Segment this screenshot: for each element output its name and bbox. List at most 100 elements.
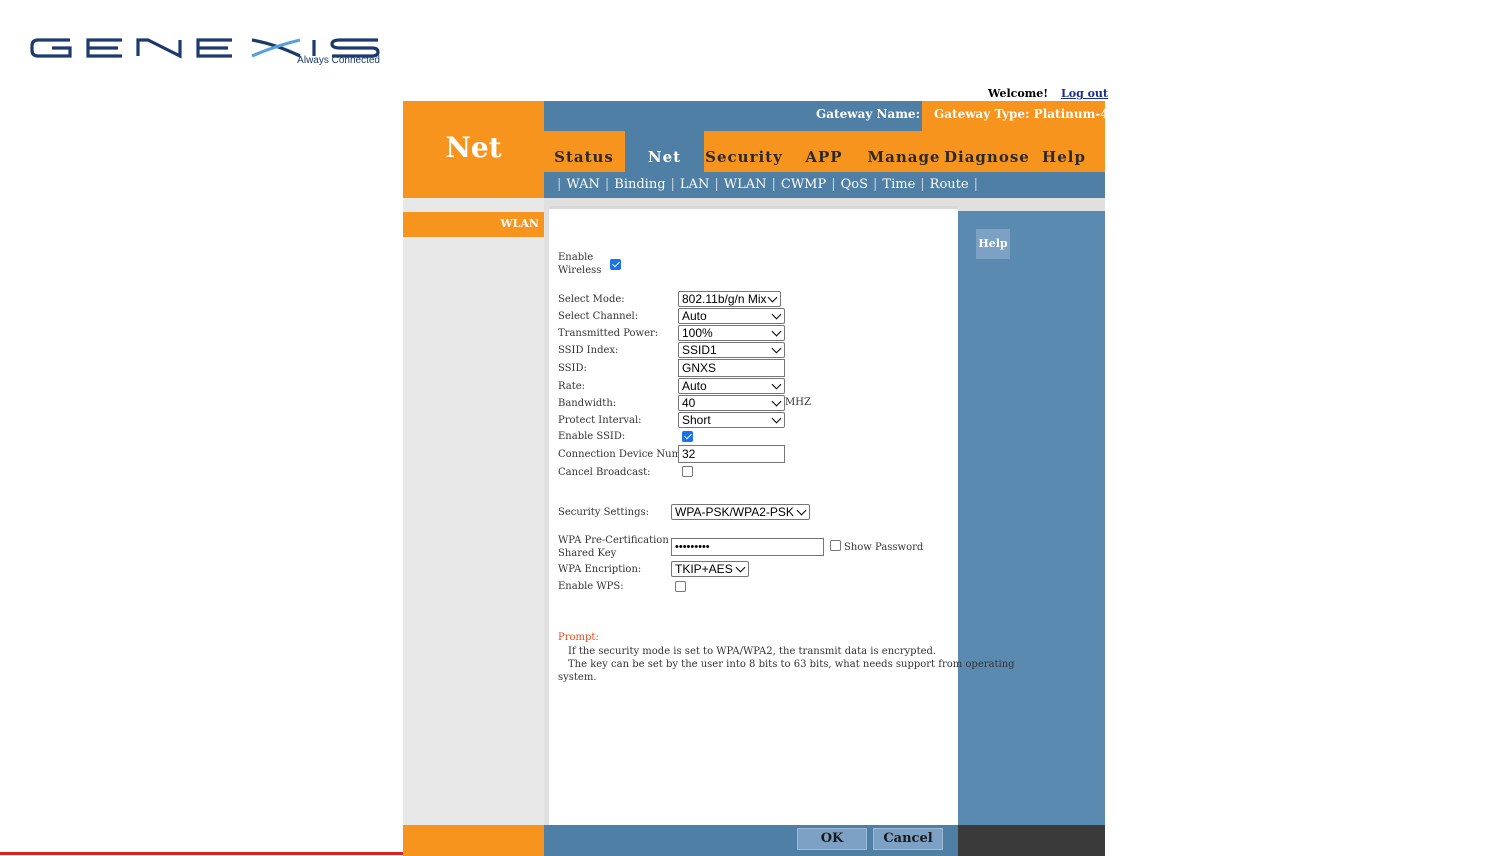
subtab-binding[interactable]: Binding bbox=[614, 177, 665, 192]
ssid-input[interactable]: GNXS bbox=[678, 359, 785, 377]
sidebar-item-label: WLAN bbox=[500, 217, 539, 230]
transmitted-power-dropdown[interactable]: 100% bbox=[678, 325, 785, 341]
rate-value: Auto bbox=[682, 379, 707, 393]
enable-wireless-label: Enable Wireless bbox=[558, 252, 602, 276]
chevron-down-icon bbox=[771, 413, 782, 424]
genexis-logo: Always Connected bbox=[30, 34, 382, 68]
sub-separator: | bbox=[920, 177, 925, 192]
cancel-broadcast-checkbox[interactable] bbox=[682, 466, 693, 477]
chevron-down-icon bbox=[771, 343, 782, 354]
wpa-encryption-value: TKIP+AES bbox=[675, 562, 733, 576]
cancel-broadcast-label: Cancel Broadcast: bbox=[558, 467, 651, 478]
help-panel bbox=[958, 211, 1105, 825]
main-nav: Status Net Security APP Manage Diagnose … bbox=[544, 131, 1105, 172]
prompt-title: Prompt: bbox=[558, 632, 599, 643]
sub-separator: | bbox=[973, 177, 978, 192]
bandwidth-label: Bandwidth: bbox=[558, 398, 617, 409]
tab-app[interactable]: APP bbox=[792, 131, 856, 172]
subtab-wan[interactable]: WAN bbox=[566, 177, 599, 192]
subtab-qos[interactable]: QoS bbox=[841, 177, 868, 192]
transmitted-power-value: 100% bbox=[682, 326, 713, 340]
security-settings-dropdown[interactable]: WPA-PSK/WPA2-PSK bbox=[671, 504, 810, 520]
logout-link[interactable]: Log out bbox=[1061, 87, 1108, 100]
sub-separator: | bbox=[771, 177, 776, 192]
logo-tagline: Always Connected bbox=[297, 55, 380, 66]
bandwidth-value: 40 bbox=[682, 396, 696, 410]
enable-wireless-checkbox[interactable] bbox=[610, 259, 621, 270]
select-channel-dropdown[interactable]: Auto bbox=[678, 308, 785, 324]
help-button[interactable]: Help bbox=[976, 229, 1010, 259]
subtab-lan[interactable]: LAN bbox=[680, 177, 709, 192]
sub-separator: | bbox=[670, 177, 675, 192]
tab-net[interactable]: Net bbox=[625, 131, 704, 172]
security-settings-value: WPA-PSK/WPA2-PSK bbox=[675, 505, 794, 519]
ssid-index-value: SSID1 bbox=[682, 343, 717, 357]
section-title: Net bbox=[445, 131, 502, 164]
rate-dropdown[interactable]: Auto bbox=[678, 378, 785, 394]
cancel-button[interactable]: Cancel bbox=[873, 828, 943, 850]
subtab-wlan[interactable]: WLAN bbox=[724, 177, 767, 192]
show-password-label: Show Password bbox=[844, 542, 924, 553]
gateway-type-box: Gateway Type: Platinum-4410 bbox=[922, 101, 1134, 131]
gateway-name-label: Gateway Name: bbox=[816, 107, 920, 121]
welcome-text: Welcome! bbox=[988, 87, 1049, 100]
chevron-down-icon bbox=[771, 326, 782, 337]
sub-separator: | bbox=[831, 177, 836, 192]
chevron-down-icon bbox=[771, 309, 782, 320]
ssid-index-label: SSID Index: bbox=[558, 345, 619, 356]
footer-left bbox=[403, 825, 544, 856]
sub-separator: | bbox=[873, 177, 878, 192]
tab-manage[interactable]: Manage bbox=[864, 131, 944, 172]
tab-security[interactable]: Security bbox=[704, 131, 784, 172]
show-password-checkbox[interactable] bbox=[830, 540, 841, 551]
chevron-down-icon bbox=[771, 396, 782, 407]
enable-wps-label: Enable WPS: bbox=[558, 581, 624, 592]
select-mode-label: Select Mode: bbox=[558, 294, 625, 305]
chevron-down-icon bbox=[767, 292, 778, 303]
select-mode-dropdown[interactable]: 802.11b/g/n Mix bbox=[678, 291, 781, 307]
sidebar-item-wlan[interactable]: WLAN bbox=[403, 212, 549, 237]
bottom-accent-line bbox=[0, 852, 403, 855]
select-channel-label: Select Channel: bbox=[558, 311, 639, 322]
chevron-down-icon bbox=[735, 562, 746, 573]
prompt-line-2: The key can be set by the user into 8 bi… bbox=[568, 659, 1015, 670]
select-mode-value: 802.11b/g/n Mix bbox=[682, 292, 767, 306]
sub-nav: | WAN | Binding | LAN | WLAN | CWMP | QoS | Time | Rout… bbox=[544, 172, 1105, 198]
subtab-route[interactable]: Route bbox=[930, 177, 969, 192]
prompt-line-1: If the security mode is set to WPA/WPA2,… bbox=[568, 646, 937, 657]
gateway-type: Gateway Type: Platinum-4410 bbox=[934, 107, 1134, 121]
enable-wps-checkbox[interactable] bbox=[675, 581, 686, 592]
ssid-index-dropdown[interactable]: SSID1 bbox=[678, 342, 785, 358]
enable-ssid-label: Enable SSID: bbox=[558, 431, 626, 442]
left-sidebar bbox=[403, 198, 544, 825]
sub-separator: | bbox=[604, 177, 610, 192]
tab-status[interactable]: Status bbox=[544, 131, 624, 172]
subtab-cwmp[interactable]: CWMP bbox=[781, 177, 826, 192]
transmitted-power-label: Transmitted Power: bbox=[558, 328, 659, 339]
ssid-label: SSID: bbox=[558, 363, 587, 374]
bandwidth-unit: MHZ bbox=[785, 397, 811, 408]
chevron-down-icon bbox=[796, 505, 807, 516]
footer-right bbox=[958, 825, 1105, 856]
select-channel-value: Auto bbox=[682, 309, 707, 323]
prompt-line-3: system. bbox=[558, 672, 597, 683]
connection-device-number-input[interactable]: 32 bbox=[678, 445, 785, 463]
sub-separator: | bbox=[714, 177, 719, 192]
subtab-time[interactable]: Time bbox=[882, 177, 915, 192]
tab-help[interactable]: Help bbox=[1028, 131, 1100, 172]
sub-separator: | bbox=[557, 177, 562, 192]
bandwidth-dropdown[interactable]: 40 bbox=[678, 395, 785, 411]
chevron-down-icon bbox=[771, 379, 782, 390]
ok-button[interactable]: OK bbox=[797, 828, 867, 850]
security-settings-label: Security Settings: bbox=[558, 507, 649, 518]
wpa-key-label: WPA Pre-Certification Shared Key bbox=[558, 535, 669, 559]
protect-interval-dropdown[interactable]: Short bbox=[678, 412, 785, 428]
tab-diagnose[interactable]: Diagnose bbox=[944, 131, 1029, 172]
wpa-key-password-input[interactable]: ••••••••• bbox=[671, 538, 824, 556]
section-title-block: Net bbox=[403, 101, 544, 198]
wpa-encryption-label: WPA Encription: bbox=[558, 564, 642, 575]
enable-ssid-checkbox[interactable] bbox=[682, 431, 693, 442]
gateway-name-bar: Gateway Name: bbox=[544, 101, 922, 131]
wpa-encryption-dropdown[interactable]: TKIP+AES bbox=[671, 561, 749, 577]
protect-interval-label: Protect Interval: bbox=[558, 415, 642, 426]
